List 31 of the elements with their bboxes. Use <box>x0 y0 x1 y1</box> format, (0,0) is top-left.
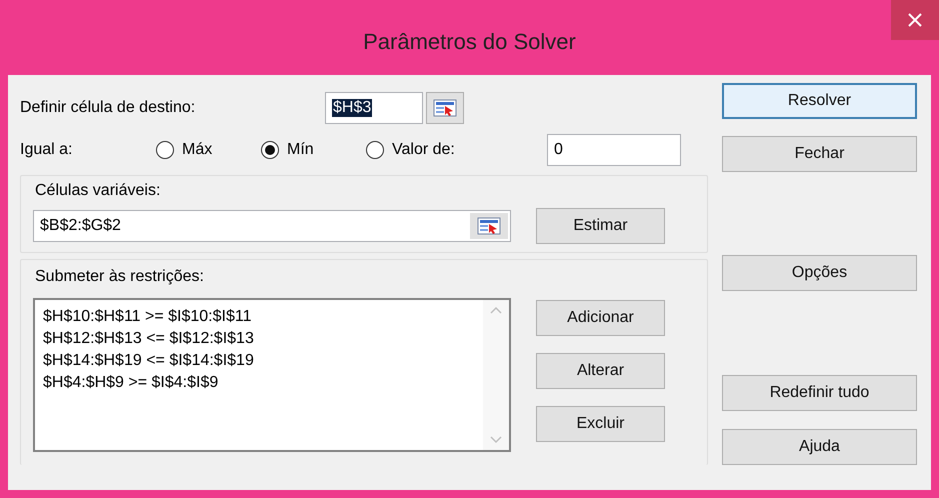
target-cell-field[interactable]: $H$3 <box>325 92 423 124</box>
dialog-button[interactable]: Fechar <box>722 136 917 172</box>
dialog-button[interactable]: Resolver <box>722 83 917 119</box>
window-title: Parâmetros do Solver <box>363 28 576 54</box>
action-button[interactable]: Adicionar <box>536 300 665 336</box>
range-select-icon <box>477 217 501 235</box>
field-label: Definir célula de destino: <box>20 99 196 117</box>
range-select-button[interactable] <box>470 213 508 239</box>
variable-cells-field[interactable]: $B$2:$G$2 <box>33 210 511 242</box>
constraint-item[interactable]: $H$12:$H$13 <= $I$12:$I$13 <box>43 328 254 350</box>
radio-option[interactable]: Mín <box>261 141 366 159</box>
dialog-button[interactable]: Ajuda <box>722 429 917 465</box>
action-button[interactable]: Alterar <box>536 353 665 389</box>
estimate-button[interactable]: Estimar <box>536 208 665 244</box>
group-title: Células variáveis: <box>35 182 162 200</box>
range-select-icon <box>433 99 457 117</box>
dialog-button[interactable]: Redefinir tudo <box>722 375 917 411</box>
field-label: Igual a: <box>20 141 74 159</box>
constraints-list[interactable]: $H$10:$H$11 >= $I$10:$I$11 $H$12:$H$13 <= $I$12:$I$13 $H$14:$H$19 <= $I$14:$I$19 $H$4:$H$9 >= $I$4:$I$9 <box>33 298 511 452</box>
constraint-item[interactable]: $H$4:$H$9 >= $I$4:$I$9 <box>43 372 218 394</box>
action-button[interactable]: Excluir <box>536 406 665 442</box>
dialog-button[interactable]: Opções <box>722 255 917 291</box>
constraint-item[interactable]: $H$14:$H$19 <= $I$14:$I$19 <box>43 350 254 372</box>
close-icon <box>908 13 922 27</box>
value-field[interactable]: 0 <box>547 134 681 166</box>
close-button[interactable] <box>891 0 939 40</box>
radio-option[interactable]: Máx <box>156 141 261 159</box>
group-title: Submeter às restrições: <box>35 268 205 286</box>
radio-option[interactable]: Valor de: <box>366 141 516 159</box>
range-select-button[interactable] <box>426 92 464 124</box>
constraint-item[interactable]: $H$10:$H$11 >= $I$10:$I$11 <box>43 306 252 328</box>
